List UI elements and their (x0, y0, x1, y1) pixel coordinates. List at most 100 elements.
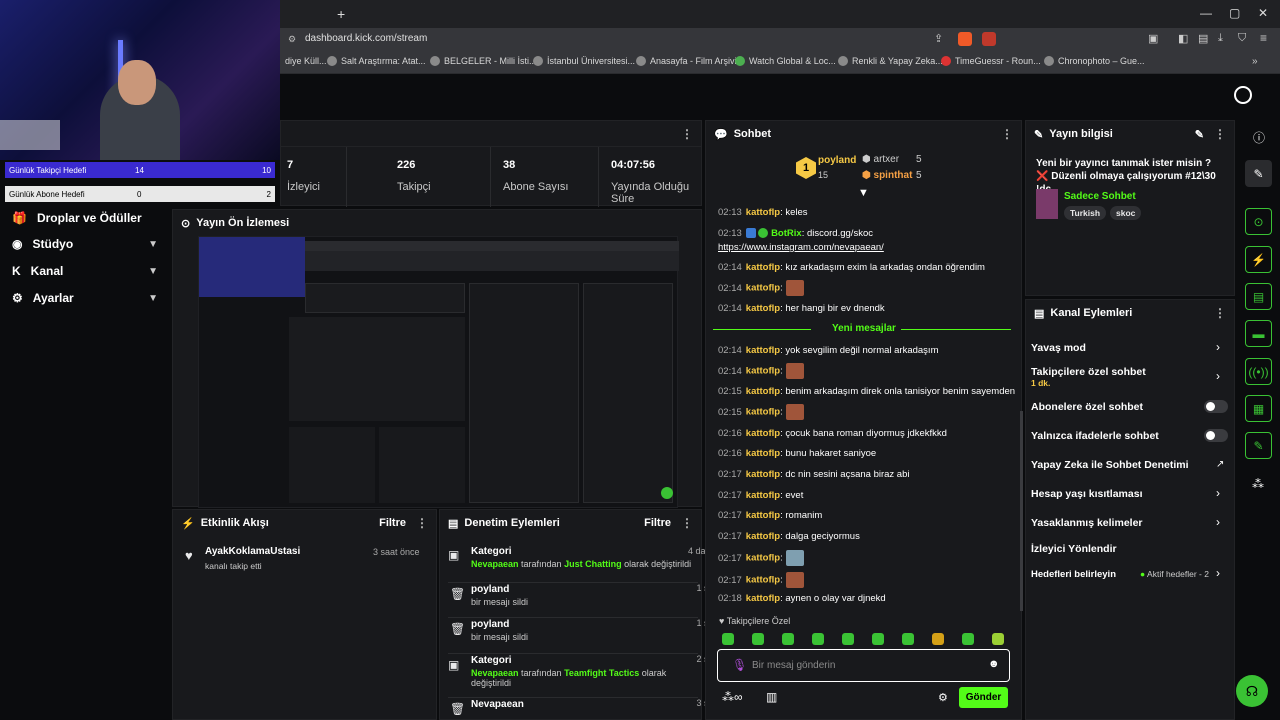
bookmark-item[interactable]: Watch Global & Loc... (735, 56, 836, 66)
nav-item-settings[interactable]: ⚙ Ayarlar ▼ (0, 285, 170, 311)
nav-item-channel[interactable]: K Kanal ▼ (0, 258, 170, 284)
external-link-icon[interactable]: ↗ (1216, 459, 1224, 470)
filter-button[interactable]: Filtre (379, 517, 406, 529)
kebab-menu-icon[interactable]: ⋮ (1214, 306, 1226, 320)
brave-shield-icon[interactable] (958, 32, 972, 46)
emote-icon[interactable] (812, 633, 824, 645)
emote-icon[interactable] (782, 633, 794, 645)
site-info-icon[interactable]: ⚙ (288, 34, 296, 45)
lightning-icon[interactable]: ⚡ (1245, 246, 1272, 273)
infinity-icon[interactable]: ⁂∞ (722, 690, 743, 704)
nav-item-studio[interactable]: ◉ Stüdyo ▼ (0, 231, 170, 257)
bookmark-item[interactable]: Anasayfa - Film Arşivi (636, 56, 737, 66)
msg-user[interactable]: kattoflp (746, 345, 780, 356)
wrench-icon[interactable]: ✎ (1245, 432, 1272, 459)
wallet-icon[interactable]: ▤ (1198, 32, 1208, 45)
modlog-category[interactable]: Just Chatting (564, 559, 622, 569)
bookmark-item[interactable]: Chronophoto – Gue... (1044, 56, 1145, 66)
url-field[interactable]: dashboard.kick.com/stream (305, 33, 427, 44)
stream-category[interactable]: Sadece Sohbet (1064, 191, 1136, 202)
msg-user[interactable]: kattoflp (746, 553, 780, 564)
bookmark-item[interactable]: diye Küll... (285, 56, 327, 66)
emote-icon[interactable] (932, 633, 944, 645)
ai-moderation-action[interactable]: Yapay Zeka ile Sohbet Denetimi (1031, 459, 1189, 471)
leaderboard-user[interactable]: poyland (818, 155, 856, 166)
expand-leaderboard-icon[interactable]: ▼ (858, 187, 869, 199)
bookmark-item[interactable]: BELGELER - Milli İsti... (430, 56, 537, 66)
stream-tag[interactable]: Turkish (1064, 206, 1107, 220)
bookmarks-overflow-icon[interactable]: » (1252, 56, 1258, 67)
msg-user[interactable]: kattoflp (746, 490, 780, 501)
msg-user[interactable]: kattoflp (746, 407, 780, 418)
slow-mode-action[interactable]: Yavaş mod (1031, 342, 1086, 354)
bookmark-item[interactable]: İstanbul Üniversitesi... (533, 56, 635, 66)
msg-user[interactable]: kattoflp (746, 575, 780, 586)
modlog-name[interactable]: poyland (471, 619, 509, 630)
chat-scrollbar[interactable] (1020, 411, 1023, 611)
msg-user[interactable]: kattoflp (746, 448, 780, 459)
msg-user[interactable]: kattoflp (746, 386, 780, 397)
modlog-category[interactable]: Teamfight Tactics (564, 668, 639, 678)
msg-user[interactable]: kattoflp (746, 283, 780, 294)
menu-icon[interactable]: ≡ (1260, 31, 1267, 45)
bookmark-item[interactable]: Renkli & Yapay Zeka... (838, 56, 943, 66)
profile-avatar-icon[interactable] (1234, 86, 1252, 104)
chevron-right-icon[interactable]: › (1216, 566, 1220, 580)
msg-user[interactable]: BotRix (771, 228, 802, 239)
chevron-right-icon[interactable]: › (1216, 340, 1220, 354)
stream-tag[interactable]: skoc (1110, 206, 1142, 220)
download-icon[interactable]: ⤓ (1218, 32, 1223, 45)
activity-user[interactable]: AyakKoklamaUstasi (205, 546, 300, 557)
msg-user[interactable]: kattoflp (746, 469, 780, 480)
msg-user[interactable]: kattoflp (746, 366, 780, 377)
info-icon[interactable]: ⓘ (1253, 129, 1265, 146)
edit-icon[interactable]: ✎ (1195, 128, 1204, 141)
chat-input[interactable]: Bir mesaj gönderin (752, 660, 835, 671)
account-age-action[interactable]: Hesap yaşı kısıtlaması (1031, 488, 1143, 500)
redirect-viewers-action[interactable]: İzleyici Yönlendir (1031, 543, 1117, 555)
msg-user[interactable]: kattoflp (746, 262, 780, 273)
edit-icon[interactable]: ✎ (1245, 160, 1272, 187)
extensions-icon[interactable]: ▣ (1148, 32, 1158, 45)
support-icon[interactable]: ☊ (1236, 675, 1268, 707)
document-icon[interactable]: ▤ (1245, 283, 1272, 310)
msg-user[interactable]: kattoflp (746, 510, 780, 521)
kebab-menu-icon[interactable]: ⋮ (1001, 127, 1013, 141)
emote-icon[interactable] (722, 633, 734, 645)
broadcast-icon[interactable]: ((•)) (1245, 358, 1272, 385)
emote-icon[interactable] (962, 633, 974, 645)
emote-icon[interactable] (752, 633, 764, 645)
vpn-icon[interactable]: ⛉ (1238, 32, 1246, 45)
msg-user[interactable]: kattoflp (746, 207, 780, 218)
chevron-right-icon[interactable]: › (1216, 515, 1220, 529)
filter-button[interactable]: Filtre (644, 517, 671, 529)
layout-icon[interactable]: ▦ (1245, 395, 1272, 422)
target-icon[interactable]: ⊙ (1245, 208, 1272, 235)
emote-icon[interactable] (992, 633, 1004, 645)
leaderboard-user[interactable]: spinthat (874, 170, 913, 181)
modlog-name[interactable]: poyland (471, 584, 509, 595)
preview-video[interactable] (198, 236, 679, 508)
chat-input-box[interactable]: 🎙 Bir mesaj gönderin ☻ (717, 649, 1010, 682)
msg-user[interactable]: kattoflp (746, 303, 780, 314)
apps-icon[interactable]: ⁂ (1252, 477, 1264, 491)
leaderboard-user[interactable]: artxer (874, 154, 900, 165)
chevron-right-icon[interactable]: › (1216, 486, 1220, 500)
set-goals-action[interactable]: Hedefleri belirleyin (1031, 569, 1116, 580)
subs-only-toggle[interactable] (1204, 400, 1228, 413)
maximize-icon[interactable]: ▢ (1229, 6, 1240, 20)
bookmark-item[interactable]: Salt Araştırma: Atat... (327, 56, 426, 66)
new-tab-button[interactable]: + (337, 6, 345, 22)
send-button[interactable]: Gönder (959, 687, 1008, 708)
sidebar-icon[interactable]: ◧ (1178, 32, 1188, 45)
chat-bubble-icon[interactable]: ▬ (1245, 320, 1272, 347)
nav-item-drops[interactable]: 🎁 Droplar ve Ödüller (0, 205, 170, 231)
kebab-menu-icon[interactable]: ⋮ (681, 127, 693, 141)
kebab-menu-icon[interactable]: ⋮ (681, 516, 693, 530)
brave-rewards-icon[interactable] (982, 32, 996, 46)
modlog-name[interactable]: Nevapaean (471, 699, 524, 710)
share-icon[interactable]: ⇪ (934, 32, 943, 45)
msg-user[interactable]: kattoflp (746, 531, 780, 542)
chat-settings-icon[interactable]: ⚙ (938, 691, 948, 704)
banned-words-action[interactable]: Yasaklanmış kelimeler (1031, 517, 1143, 529)
